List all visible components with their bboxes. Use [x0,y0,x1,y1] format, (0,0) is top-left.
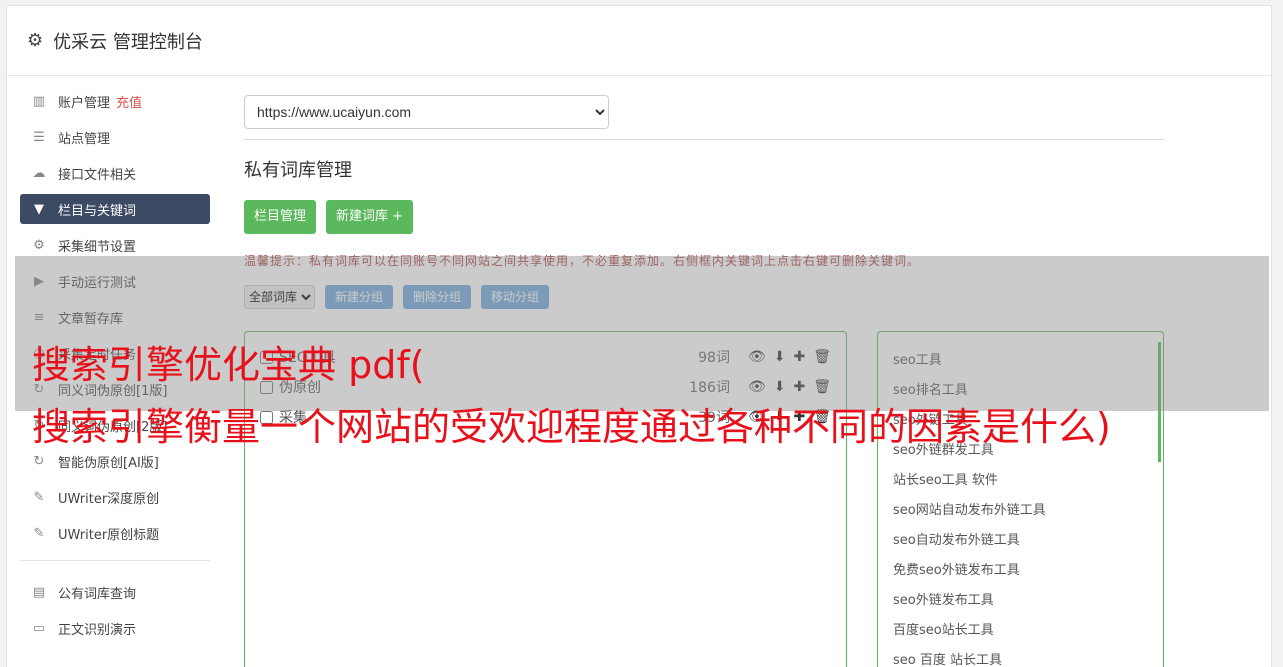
monitor-icon: ▭ [32,620,46,636]
sidebar-item-sites[interactable]: ☰ 站点管理 [20,122,210,152]
keyword-item[interactable]: seo外链发布工具 [893,586,1148,616]
column-manage-button[interactable]: 栏目管理 [244,200,317,234]
sidebar-item-label: 栏目与关键词 [58,203,137,219]
cloud-upload-icon: ☁ [32,165,46,181]
sidebar-divider [20,560,210,561]
sidebar-item-label: 站点管理 [58,131,111,147]
sidebar-item-columns-keywords[interactable]: ▼ 栏目与关键词 [20,194,210,224]
sidebar-item-api-files[interactable]: ☁ 接口文件相关 [20,158,210,188]
edit-icon: ✎ [33,489,45,505]
sidebar-item-label: 智能伪原创[AI版] [58,455,159,471]
refresh-icon: ↻ [33,453,45,469]
sidebar-item-uwriter-deep[interactable]: ✎ UWriter深度原创 [20,482,210,512]
recharge-link[interactable]: 充值 [116,92,142,111]
keyword-item[interactable]: 免费seo外链发布工具 [893,556,1148,586]
sidebar-item-text-recognition[interactable]: ▭ 正文识别演示 [20,613,210,643]
overlay-caption-line1: 搜索引擎优化宝典 pdf( [32,343,425,387]
server-icon: ☰ [33,129,45,145]
sidebar-item-account[interactable]: ▥ 账户管理 充值 [20,86,210,116]
gear-icon: ⚙ [27,30,44,51]
filter-icon: ▼ [34,201,44,217]
keyword-item[interactable]: seo网站自动发布外链工具 [893,496,1148,526]
sidebar-item-label: 接口文件相关 [58,167,137,183]
sidebar-item-public-lexicon[interactable]: ▤ 公有词库查询 [20,577,210,607]
sidebar-item-uwriter-title[interactable]: ✎ UWriter原创标题 [20,518,210,548]
keyword-item[interactable]: 站长seo工具 软件 [893,466,1148,496]
console-header: ⚙ 优采云 管理控制台 [7,6,1271,76]
sidebar-item-label: 采集细节设置 [58,239,137,255]
sidebar-item-label: 正文识别演示 [58,622,137,638]
page-title: 私有词库管理 [244,160,352,181]
overlay-caption-line2: 搜索引擎衡量一个网站的受欢迎程度通过各种不同的因素是什么) [32,405,1111,449]
sidebar-item-label: 公有词库查询 [58,586,137,602]
keyword-item[interactable]: 百度seo站长工具 [893,616,1148,646]
console-title: 优采云 管理控制台 [53,31,203,53]
keyword-item[interactable]: seo 百度 站长工具 [893,646,1148,667]
divider [244,139,1164,140]
gears-icon: ⚙ [33,237,45,253]
new-lexicon-button[interactable]: 新建词库 + [326,200,414,234]
sidebar-item-label: UWriter深度原创 [58,491,160,507]
book-icon: ▤ [32,584,46,600]
bar-chart-icon: ▥ [32,93,46,109]
keyword-item[interactable]: seo自动发布外链工具 [893,526,1148,556]
sidebar-item-label: 账户管理 [58,95,111,111]
site-select[interactable]: https://www.ucaiyun.com [244,95,609,129]
sidebar-item-label: UWriter原创标题 [58,527,160,543]
edit-icon: ✎ [33,525,45,541]
